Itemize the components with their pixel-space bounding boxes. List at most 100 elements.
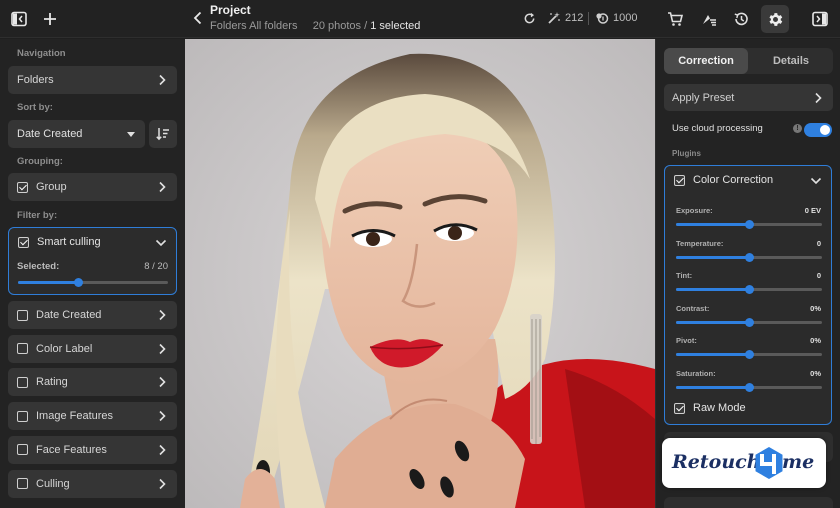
smart-culling-header[interactable]: Smart culling — [18, 236, 101, 248]
history-icon — [734, 12, 748, 26]
slider-label: Tint: — [676, 271, 693, 280]
magic-wand-icon — [548, 12, 560, 24]
logo-text-right: me — [782, 451, 815, 473]
cart-button[interactable] — [663, 7, 687, 31]
group-row[interactable]: Group — [8, 173, 177, 201]
plus-icon — [44, 13, 56, 25]
filter-row[interactable]: Date Created — [8, 301, 177, 329]
adjustment-slider[interactable] — [676, 252, 822, 262]
selected-slider-fill — [18, 281, 78, 284]
photo-preview[interactable] — [185, 39, 655, 508]
raw-mode-checkbox[interactable] — [674, 402, 685, 414]
sort-descending-icon — [156, 128, 169, 141]
selected-label: Selected: — [17, 261, 60, 272]
raw-mode-row[interactable]: Raw Mode — [674, 402, 746, 414]
adjustment-slider[interactable] — [676, 382, 822, 392]
raw-mode-label: Raw Mode — [693, 402, 746, 414]
color-correction-checkbox[interactable] — [674, 174, 685, 186]
filter-label: Color Label — [36, 342, 93, 355]
toggle-sidebar-button[interactable] — [7, 7, 31, 31]
sort-select[interactable]: Date Created — [8, 120, 145, 148]
filter-label: Image Features — [36, 410, 114, 423]
filter-checkbox[interactable] — [17, 444, 28, 456]
smart-culling-label: Smart culling — [37, 236, 101, 248]
history-button[interactable] — [729, 7, 753, 31]
refresh-icon[interactable] — [523, 12, 536, 25]
filter-checkbox[interactable] — [17, 343, 28, 355]
gear-icon — [768, 12, 782, 26]
selected-slider-handle[interactable] — [73, 278, 83, 287]
back-icon[interactable] — [190, 10, 206, 26]
plugin-card-collapsed[interactable] — [664, 497, 833, 508]
toggle-right-panel-button[interactable] — [808, 7, 832, 31]
info-icon[interactable]: ! — [793, 124, 802, 133]
left-sidebar: Navigation Folders Sort by: Date Created… — [0, 39, 185, 508]
slider-handle[interactable] — [744, 317, 754, 327]
chevron-right-icon — [159, 343, 166, 354]
slider-fill — [676, 288, 749, 291]
slider-value: 0% — [810, 368, 821, 378]
settings-button[interactable] — [761, 5, 789, 33]
selected-count: 1 selected — [370, 20, 421, 32]
tab-details[interactable]: Details — [749, 48, 833, 74]
slider-handle[interactable] — [744, 220, 754, 229]
slider-label: Saturation: — [676, 368, 716, 378]
add-button[interactable] — [38, 7, 62, 31]
filter-row[interactable]: Face Features — [8, 435, 177, 464]
chevron-right-icon — [815, 92, 822, 104]
apply-preset-button[interactable]: Apply Preset — [664, 84, 833, 111]
filter-row[interactable]: Color Label — [8, 334, 177, 363]
sort-adjust-button[interactable] — [697, 7, 721, 31]
filter-checkbox[interactable] — [17, 410, 28, 422]
logo-text-left: Retouch — [672, 451, 761, 473]
chevron-right-icon — [159, 478, 166, 489]
color-correction-card: Color Correction Exposure: 0 EV Temperatur… — [664, 165, 832, 425]
slider-handle[interactable] — [744, 252, 754, 262]
sort-heading: Sort by: — [17, 102, 53, 113]
slider-label: Temperature: — [676, 238, 724, 248]
filter-label: Date Created — [36, 309, 102, 321]
slider-handle[interactable] — [744, 382, 754, 392]
selected-value: 8 / 20 — [144, 261, 168, 272]
coins-icon — [596, 13, 609, 24]
color-correction-title: Color Correction — [693, 174, 774, 186]
smart-culling-checkbox[interactable] — [18, 236, 29, 248]
slider-label: Pivot: — [676, 336, 697, 345]
slider-handle[interactable] — [744, 350, 754, 359]
slider-label: Exposure: — [676, 206, 713, 215]
slider-fill — [676, 223, 749, 226]
chevron-right-icon — [159, 181, 166, 193]
sidebar-left-icon — [11, 11, 27, 27]
adjustment-slider[interactable] — [676, 350, 822, 359]
filter-checkbox[interactable] — [17, 376, 28, 388]
cloud-processing-label: Use cloud processing — [672, 123, 763, 134]
filter-row[interactable]: Culling — [8, 469, 177, 498]
cloud-processing-toggle[interactable] — [804, 123, 832, 137]
chevron-down-icon[interactable] — [155, 238, 167, 248]
filter-label: Culling — [36, 477, 70, 490]
chevron-right-icon — [159, 74, 166, 86]
sort-direction-button[interactable] — [149, 120, 177, 148]
slider-fill — [676, 320, 749, 324]
group-checkbox[interactable] — [17, 181, 28, 193]
tab-correction[interactable]: Correction — [664, 48, 748, 74]
filter-row[interactable]: Rating — [8, 368, 177, 397]
filter-row[interactable]: Image Features — [8, 402, 177, 431]
filter-checkbox[interactable] — [17, 309, 28, 321]
filter-checkbox[interactable] — [17, 478, 28, 489]
portrait-photo — [185, 39, 655, 508]
slider-handle[interactable] — [744, 285, 754, 294]
slider-value: 0 EV — [804, 206, 821, 215]
adjustment-slider[interactable] — [676, 220, 822, 229]
panel-tabs: Correction Details — [664, 48, 833, 74]
color-correction-header[interactable]: Color Correction — [674, 174, 773, 186]
adjustment-slider[interactable] — [676, 317, 822, 327]
selected-slider[interactable] — [18, 278, 168, 287]
filter-label: Rating — [36, 376, 68, 389]
filter-heading: Filter by: — [17, 210, 58, 221]
folders-row[interactable]: Folders — [8, 66, 177, 94]
adjustment-slider[interactable] — [676, 285, 822, 294]
breadcrumb-folders[interactable]: Folders — [210, 20, 247, 32]
credits-divider — [588, 12, 589, 25]
chevron-down-icon[interactable] — [810, 176, 822, 186]
